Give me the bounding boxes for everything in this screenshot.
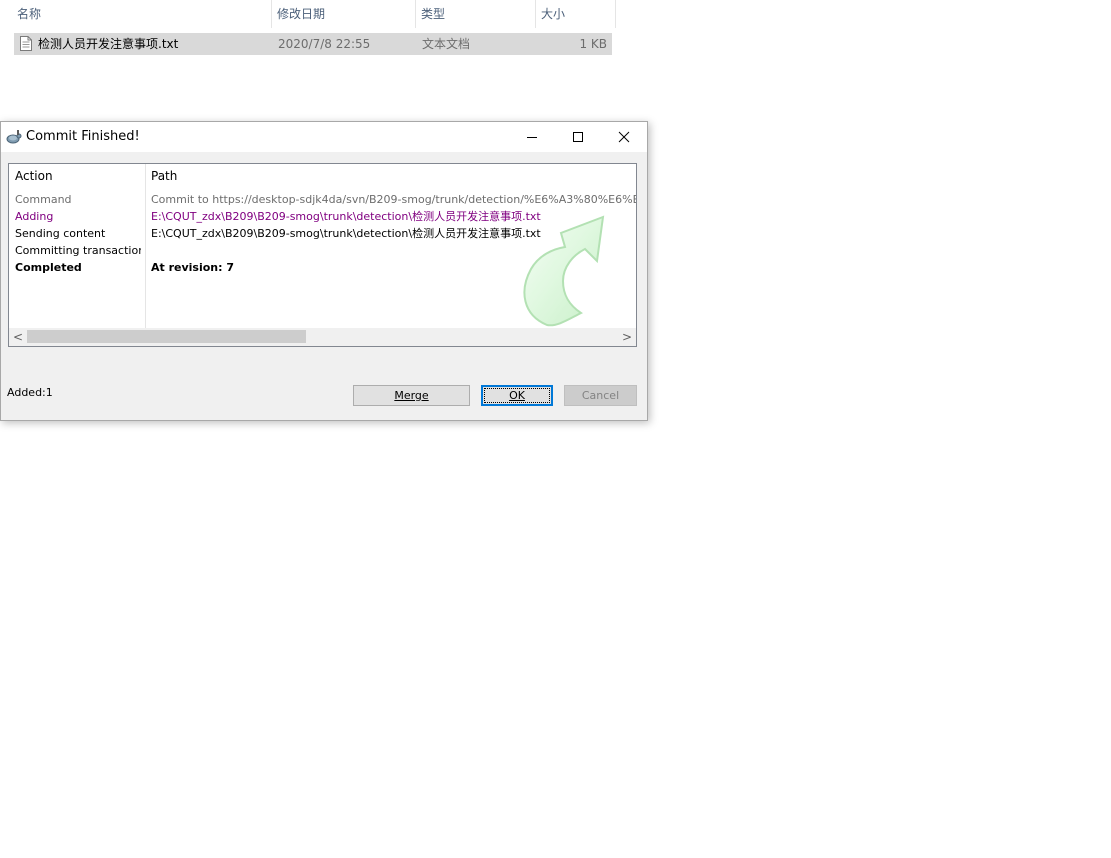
file-type: 文本文档 [422, 37, 471, 51]
maximize-icon [573, 132, 583, 142]
minimize-button[interactable] [509, 122, 555, 152]
row-action: Adding [15, 210, 54, 223]
column-header-modified[interactable]: 修改日期 [272, 0, 416, 28]
commit-finished-dialog: Commit Finished! Action Path Command Com… [0, 121, 648, 421]
column-header-size-label: 大小 [541, 7, 566, 21]
status-added-count: Added:1 [7, 386, 53, 399]
cancel-button[interactable]: Cancel [564, 385, 637, 406]
focus-rect [484, 388, 550, 403]
header-path[interactable]: Path [151, 164, 177, 188]
file-row[interactable]: 检测人员开发注意事项.txt 2020/7/8 22:55 文本文档 1 KB [14, 33, 612, 55]
column-header-modified-label: 修改日期 [277, 7, 326, 21]
row-action: Completed [15, 261, 82, 274]
row-path: E:\CQUT_zdx\B209\B209-smog\trunk\detecti… [151, 210, 541, 223]
ok-button[interactable]: OK [481, 385, 553, 406]
close-button[interactable] [601, 122, 647, 152]
scroll-left-icon[interactable]: < [9, 328, 27, 346]
scrollbar-thumb[interactable] [27, 330, 306, 343]
row-path: Commit to https://desktop-sdjk4da/svn/B2… [151, 193, 636, 206]
column-header-type[interactable]: 类型 [416, 0, 536, 28]
scroll-right-icon[interactable]: > [618, 328, 636, 346]
list-item[interactable]: Adding E:\CQUT_zdx\B209\B209-smog\trunk\… [9, 208, 636, 225]
file-modified: 2020/7/8 22:55 [278, 37, 371, 51]
row-path: At revision: 7 [151, 261, 235, 274]
dialog-titlebar[interactable]: Commit Finished! [1, 122, 647, 152]
list-item[interactable]: Sending content E:\CQUT_zdx\B209\B209-sm… [9, 225, 636, 242]
merge-button-label: Merge [394, 389, 429, 402]
commit-results-list[interactable]: Action Path Command Commit to https://de… [8, 163, 637, 347]
column-header-type-label: 类型 [421, 7, 446, 21]
file-name: 检测人员开发注意事项.txt [38, 37, 179, 51]
column-header-name-label: 名称 [17, 7, 42, 21]
cancel-button-label: Cancel [581, 389, 620, 402]
close-icon [618, 131, 630, 143]
text-file-icon [20, 36, 32, 51]
list-item[interactable]: Completed At revision: 7 [9, 259, 636, 276]
row-action: Committing transaction... [15, 244, 141, 257]
explorer-column-headers: 名称 ^ 修改日期 类型 大小 [0, 0, 616, 28]
tortoise-svn-icon [6, 130, 22, 144]
row-action: Command [15, 193, 72, 206]
list-header: Action Path [9, 164, 636, 188]
row-path: E:\CQUT_zdx\B209\B209-smog\trunk\detecti… [151, 227, 541, 240]
horizontal-scrollbar[interactable]: < > [9, 328, 636, 346]
dialog-title: Commit Finished! [26, 129, 140, 144]
row-action: Sending content [15, 227, 106, 240]
list-item[interactable]: Committing transaction... [9, 242, 636, 259]
maximize-button[interactable] [555, 122, 601, 152]
column-header-size[interactable]: 大小 [536, 0, 616, 28]
sort-ascending-icon: ^ [137, 0, 146, 7]
list-item[interactable]: Command Commit to https://desktop-sdjk4d… [9, 191, 636, 208]
header-action[interactable]: Action [15, 164, 53, 188]
minimize-icon [527, 137, 537, 138]
merge-button[interactable]: Merge [353, 385, 470, 406]
file-size: 1 KB [579, 37, 607, 51]
